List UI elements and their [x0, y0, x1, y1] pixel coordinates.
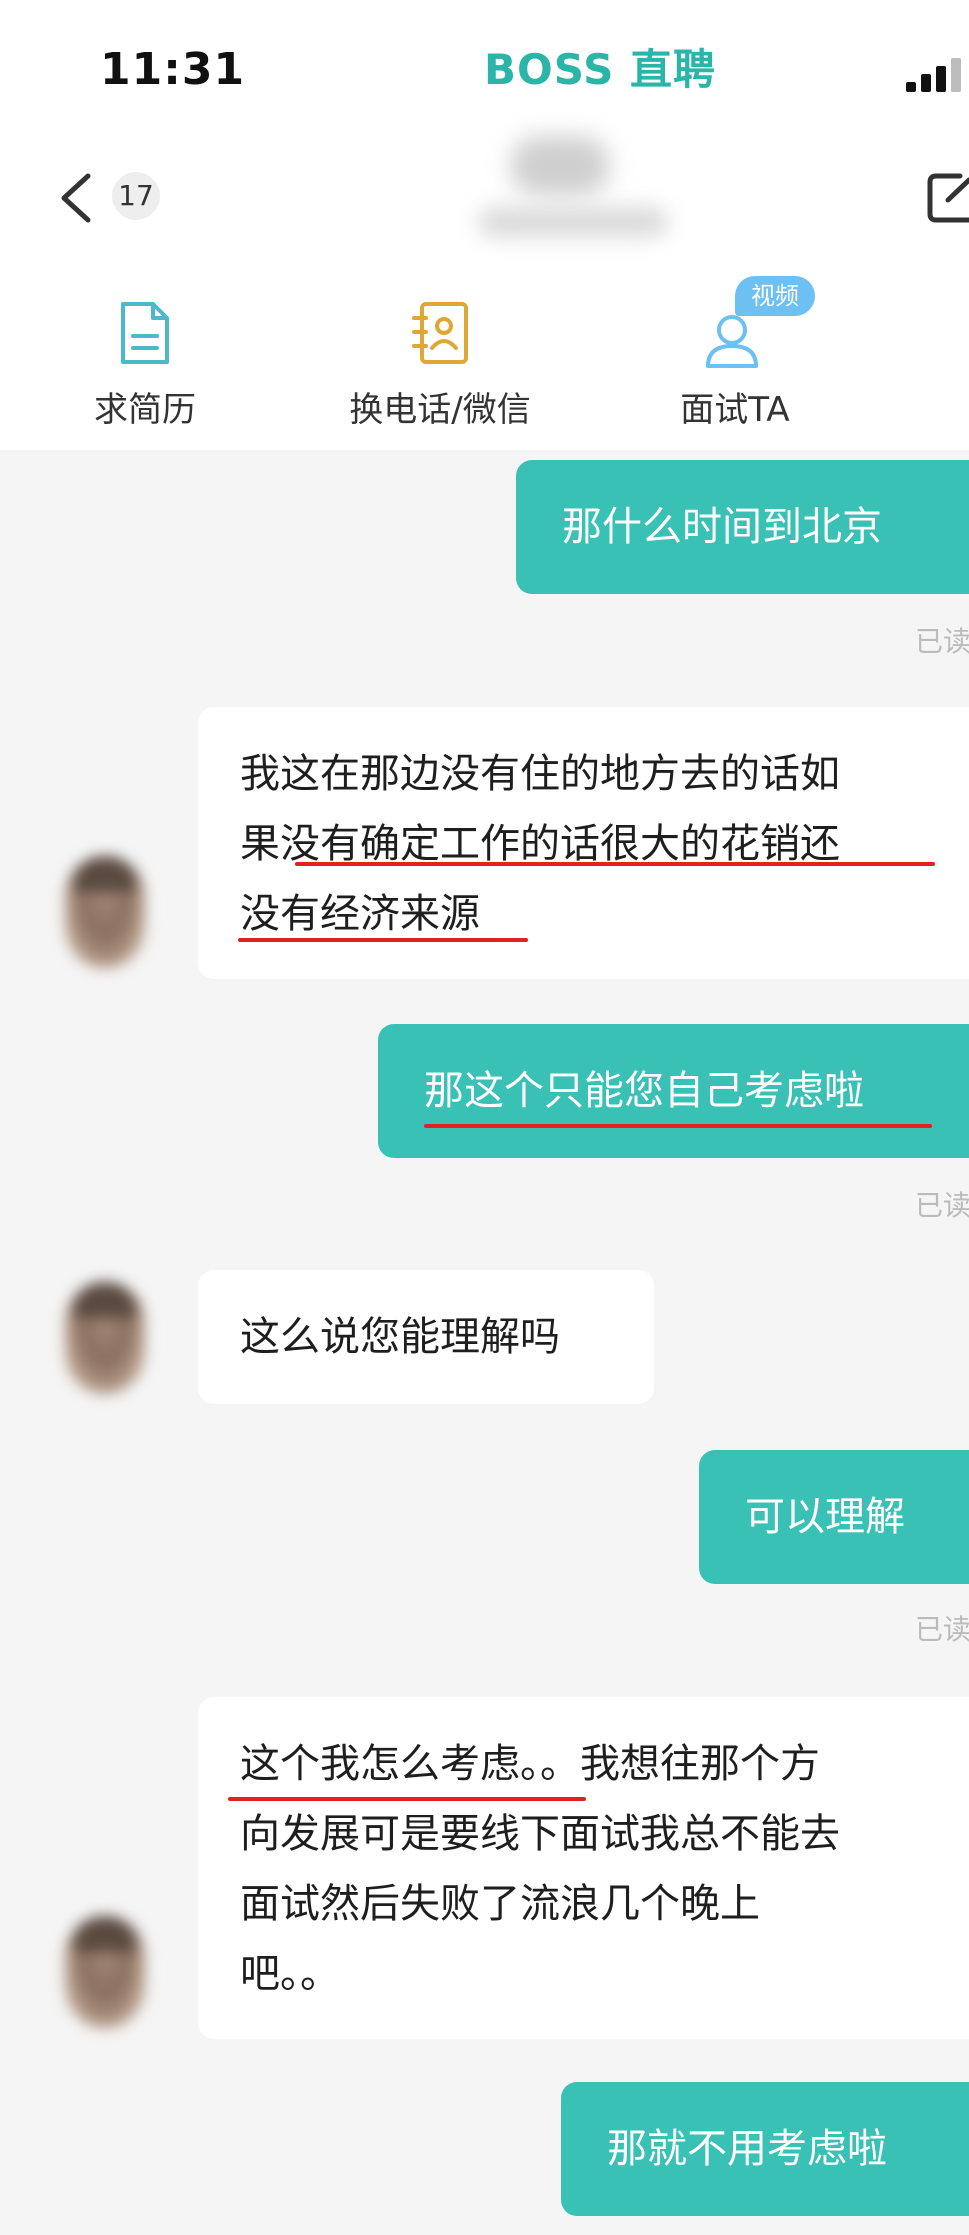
message-text: 我这在那边没有住的地方去的话如 果没有确定工作的话很大的花销还 没有经济来源 [240, 751, 840, 937]
message-text: 这么说您能理解吗 [240, 1314, 560, 1360]
read-receipt: 已读 [915, 1189, 969, 1222]
message-bubble-outgoing[interactable]: 那这个只能您自己考虑啦 [378, 1024, 969, 1158]
video-badge: 视频 [735, 276, 815, 316]
unread-count-badge: 17 [112, 172, 160, 220]
top-panel: 11:31 BOSS 直聘 17 求简历 换电话/微信 面试TA 视频 [0, 0, 969, 450]
contact-subtitle-blurred [478, 206, 668, 238]
request-resume-button[interactable]: 求简历 [70, 292, 220, 432]
request-resume-label: 求简历 [94, 390, 196, 430]
message-bubble-outgoing[interactable]: 那什么时间到北京 [516, 460, 969, 594]
message-bubble-outgoing[interactable]: 可以理解 [699, 1450, 969, 1584]
message-bubble-outgoing[interactable]: 那就不用考虑啦 [561, 2082, 969, 2216]
person-icon [706, 315, 758, 368]
message-text: 可以理解 [745, 1494, 905, 1540]
avatar [65, 856, 145, 968]
exchange-contact-label: 换电话/微信 [349, 390, 531, 430]
message-text: 那就不用考虑啦 [607, 2126, 887, 2172]
resume-document-icon [121, 302, 169, 364]
interview-label: 面试TA [680, 390, 790, 430]
app-brand: BOSS 直聘 [484, 45, 716, 94]
avatar [65, 1282, 145, 1394]
read-receipt: 已读 [915, 1613, 969, 1646]
highlight-underline [238, 938, 528, 942]
message-text: 那这个只能您自己考虑啦 [424, 1068, 864, 1114]
contact-name-blurred [510, 136, 610, 196]
avatar [65, 1916, 145, 2028]
status-time: 11:31 [100, 44, 246, 95]
message-bubble-incoming[interactable]: 这个我怎么考虑。。我想往那个方 向发展可是要线下面试我总不能去 面试然后失败了流… [198, 1697, 969, 2039]
cellular-signal-icon [906, 58, 969, 92]
exchange-contact-button[interactable]: 换电话/微信 [330, 292, 550, 432]
back-button[interactable] [52, 170, 102, 226]
contact-card-icon [412, 302, 468, 364]
share-button[interactable] [926, 168, 969, 228]
message-bubble-incoming[interactable]: 这么说您能理解吗 [198, 1270, 654, 1404]
message-text: 这个我怎么考虑。。我想往那个方 向发展可是要线下面试我总不能去 面试然后失败了流… [240, 1741, 840, 1997]
highlight-underline [295, 862, 935, 866]
highlight-underline [228, 1797, 586, 1801]
message-text: 那什么时间到北京 [562, 504, 882, 550]
highlight-underline [424, 1124, 932, 1128]
share-icon [927, 173, 969, 223]
chevron-left-icon [61, 173, 91, 223]
read-receipt: 已读 [915, 625, 969, 658]
